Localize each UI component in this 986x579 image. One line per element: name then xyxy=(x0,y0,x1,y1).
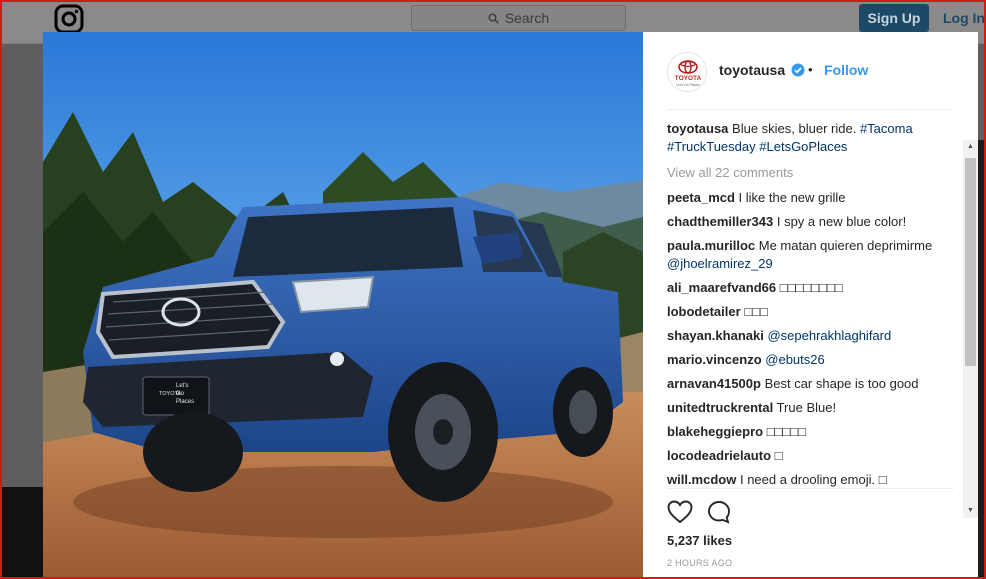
post-sidebar: TOYOTA Let's Go Places toyotausa • Follo… xyxy=(643,32,978,579)
plate-line-1: Let's xyxy=(176,383,189,389)
mention-link[interactable]: @ebuts26 xyxy=(765,352,824,367)
divider xyxy=(667,109,954,110)
follow-button[interactable]: Follow xyxy=(824,62,868,78)
comment-username[interactable]: blakeheggiepro xyxy=(667,424,763,439)
comment-username[interactable]: unitedtruckrental xyxy=(667,400,773,415)
divider xyxy=(667,488,954,489)
comment-text: I spy a new blue color! xyxy=(776,214,907,229)
post-modal: TOYOTA Let's Go Places TOYOTA Let's Go P… xyxy=(43,32,978,579)
comment-username[interactable]: arnavan41500p xyxy=(667,376,761,391)
comment-username[interactable]: paula.murilloc xyxy=(667,238,755,253)
scroll-thumb[interactable] xyxy=(965,158,976,366)
post-username[interactable]: toyotausa xyxy=(719,62,785,78)
comment-item: mario.vincenzo @ebuts26 xyxy=(667,351,963,369)
comments-scrollbar[interactable]: ▲ ▼ xyxy=(963,140,978,518)
toyota-logo-icon: TOYOTA Let's Go Places xyxy=(675,60,702,87)
post-timestamp: 2 HOURS AGO xyxy=(667,558,733,568)
comment-item: chadthemiller343 I spy a new blue color! xyxy=(667,213,963,231)
comment-text: True Blue! xyxy=(776,400,837,415)
mention-link[interactable]: @sepehrakhlaghifard xyxy=(767,328,891,343)
comment-username[interactable]: ali_maarefvand66 xyxy=(667,280,776,295)
search-placeholder: Search xyxy=(504,10,550,26)
comment-text: □□□□□ xyxy=(766,424,806,439)
avatar-tagline-text: Let's Go Places xyxy=(676,83,700,87)
comment-text: I like the new grille xyxy=(738,190,846,205)
likes-count[interactable]: 5,237 likes xyxy=(667,533,732,548)
comment-text: □□□□□□□□ xyxy=(779,280,843,295)
search-input[interactable]: Search xyxy=(411,5,626,31)
comment-username[interactable]: lobodetailer xyxy=(667,304,741,319)
comment-item: lobodetailer □□□ xyxy=(667,303,963,321)
hashtag-link[interactable]: #LetsGoPlaces xyxy=(759,139,847,154)
comment-username[interactable]: mario.vincenzo xyxy=(667,352,762,367)
comment-item: ali_maarefvand66 □□□□□□□□ xyxy=(667,279,963,297)
scroll-up-icon[interactable]: ▲ xyxy=(963,140,978,154)
comment-text: Me matan quieren deprimirme xyxy=(758,238,933,253)
comment-item: will.mcdow I need a drooling emoji. □ xyxy=(667,471,963,488)
truck-photo-illustration: TOYOTA Let's Go Places xyxy=(43,32,643,579)
comments-list[interactable]: toyotausa Blue skies, bluer ride. #Tacom… xyxy=(667,120,963,488)
plate-line-2: Go xyxy=(176,391,185,397)
search-icon xyxy=(488,13,499,24)
backdrop-right-edge xyxy=(978,140,986,579)
hashtag-link[interactable]: #Tacoma xyxy=(860,121,913,136)
caption-text: Blue skies, bluer ride. xyxy=(732,121,857,136)
comment-item: unitedtruckrental True Blue! xyxy=(667,399,963,417)
view-all-comments-link[interactable]: View all 22 comments xyxy=(667,164,963,182)
comment-item: peeta_mcd I like the new grille xyxy=(667,189,963,207)
plate-line-3: Places xyxy=(176,399,194,405)
comment-icon[interactable] xyxy=(707,500,731,524)
instagram-icon[interactable] xyxy=(54,4,84,34)
comment-item: paula.murilloc Me matan quieren deprimir… xyxy=(667,237,963,273)
sign-up-button[interactable]: Sign Up xyxy=(859,4,929,32)
comment-item: arnavan41500p Best car shape is too good xyxy=(667,375,963,393)
hashtag-link[interactable]: #TruckTuesday xyxy=(667,139,756,154)
scroll-down-icon[interactable]: ▼ xyxy=(963,504,978,518)
mention-link[interactable]: @jhoelramirez_29 xyxy=(667,256,773,271)
comment-item: blakeheggiepro □□□□□ xyxy=(667,423,963,441)
heart-icon[interactable] xyxy=(667,500,693,524)
post-photo: TOYOTA Let's Go Places xyxy=(43,32,643,579)
comment-username[interactable]: shayan.khanaki xyxy=(667,328,764,343)
comment-text: Best car shape is too good xyxy=(764,376,919,391)
log-in-link[interactable]: Log In xyxy=(943,4,985,32)
comment-text: □□□ xyxy=(744,304,768,319)
verified-icon xyxy=(791,63,805,77)
comment-username[interactable]: peeta_mcd xyxy=(667,190,735,205)
comment-text: □ xyxy=(774,448,783,463)
post-caption: toyotausa Blue skies, bluer ride. #Tacom… xyxy=(667,120,963,156)
separator-dot: • xyxy=(808,62,813,77)
comment-item: locodeadrielauto □ xyxy=(667,447,963,465)
comment-text: I need a drooling emoji. □ xyxy=(739,472,887,487)
comment-item: shayan.khanaki @sepehrakhlaghifard xyxy=(667,327,963,345)
avatar[interactable]: TOYOTA Let's Go Places xyxy=(667,52,707,92)
comment-username[interactable]: will.mcdow xyxy=(667,472,736,487)
comment-username[interactable]: chadthemiller343 xyxy=(667,214,773,229)
comment-username[interactable]: locodeadrielauto xyxy=(667,448,771,463)
caption-username[interactable]: toyotausa xyxy=(667,121,728,136)
post-header: TOYOTA Let's Go Places toyotausa • Follo… xyxy=(643,32,978,110)
avatar-brand-text: TOYOTA xyxy=(675,75,702,82)
